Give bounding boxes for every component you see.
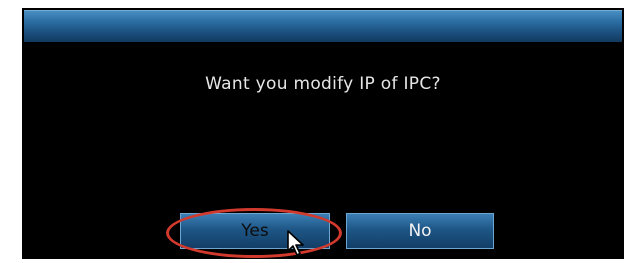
- no-button[interactable]: No: [346, 213, 494, 249]
- confirm-dialog: Want you modify IP of IPC? Yes No: [22, 8, 624, 259]
- yes-button[interactable]: Yes: [180, 213, 330, 249]
- screen-frame: Want you modify IP of IPC? Yes No: [0, 0, 628, 263]
- dialog-title-bar: [24, 10, 622, 42]
- dialog-message: Want you modify IP of IPC?: [205, 74, 441, 94]
